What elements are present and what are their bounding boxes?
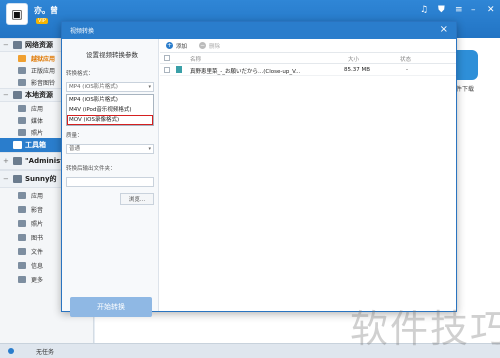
shirt-icon[interactable]: ⛊	[438, 5, 445, 15]
plus-icon: +	[166, 42, 173, 49]
format-dropdown-list: MP4 (iOS影片格式) M4V (iPod音乐视频格式) MOV (iOS录…	[66, 94, 154, 126]
collapse-icon[interactable]: −	[3, 41, 10, 49]
format-label: 转换格式：	[66, 71, 94, 77]
add-button[interactable]: + 添加	[166, 42, 187, 50]
file-size: 85.37 MB	[344, 67, 371, 73]
dialog-title: 视频转换	[62, 22, 456, 39]
file-list-panel: + 添加 − 删除 名称 大小 状态 真野恵里菜_-_お願いだから...(Clo…	[160, 39, 456, 311]
sidebar-item-label: 影音	[31, 206, 44, 214]
close-icon[interactable]: ×	[440, 24, 448, 35]
sidebar-item-label: 越狱应用	[31, 55, 56, 63]
format-option-m4v[interactable]: M4V (iPod音乐视频格式)	[67, 105, 153, 115]
status-text: 无任务	[36, 349, 55, 356]
device-icon	[13, 175, 22, 183]
media-icon	[18, 78, 26, 86]
column-status: 状态	[400, 57, 412, 63]
sidebar-item-label: 应用	[31, 192, 44, 200]
vip-badge: VIP	[36, 18, 48, 24]
delete-label: 删除	[209, 43, 221, 50]
expand-icon[interactable]: +	[3, 157, 10, 165]
file-status: -	[406, 67, 408, 73]
sidebar-item-label: 更多	[31, 276, 44, 284]
format-select[interactable]: MP4 (iOS影片格式) ▾	[66, 82, 154, 92]
format-select-value: MP4 (iOS影片格式)	[69, 84, 118, 90]
delete-button[interactable]: − 删除	[199, 42, 220, 50]
menu-icon[interactable]: ≡	[455, 5, 463, 15]
chevron-down-icon: ▾	[148, 146, 151, 152]
download-app-label: 件下载	[456, 86, 475, 93]
app-icon	[18, 66, 26, 74]
sidebar-item-label: 影音图铃	[31, 79, 56, 87]
select-all-checkbox[interactable]	[164, 55, 170, 61]
settings-panel: 设置视频转换参数 转换格式： MP4 (iOS影片格式) ▾ MP4 (iOS影…	[62, 39, 159, 317]
file-toolbar: + 添加 − 删除	[160, 39, 456, 53]
sidebar-item-label: 文件	[31, 248, 44, 256]
quality-label: 质量：	[66, 133, 83, 139]
quality-select-value: 普通	[69, 146, 81, 152]
video-file-icon	[176, 66, 182, 73]
add-label: 添加	[176, 43, 188, 50]
section-label: Sunny的	[25, 175, 57, 183]
section-label: 网络资源	[25, 41, 53, 49]
sidebar-item-label: 正版应用	[31, 67, 56, 75]
media-icon	[18, 116, 26, 124]
minimize-icon[interactable]: –	[471, 5, 476, 15]
file-table-header: 名称 大小 状态	[160, 53, 456, 64]
app-icon	[18, 54, 26, 62]
username[interactable]: 亦。曾	[34, 5, 58, 16]
sidebar-item-label: 图书	[31, 234, 44, 242]
message-icon	[18, 261, 26, 269]
device-icon	[13, 157, 22, 165]
collapse-icon[interactable]: −	[3, 175, 10, 183]
format-option-mov[interactable]: MOV (iOS录像格式)	[67, 115, 153, 125]
task-icon[interactable]	[8, 348, 14, 354]
photo-icon	[18, 219, 26, 227]
app-icon	[18, 191, 26, 199]
column-name: 名称	[190, 57, 202, 63]
more-icon	[18, 275, 26, 283]
video-convert-dialog: 视频转换 × 设置视频转换参数 转换格式： MP4 (iOS影片格式) ▾ MP…	[61, 21, 457, 317]
computer-icon	[13, 91, 22, 99]
column-size: 大小	[348, 57, 360, 63]
close-icon[interactable]: ✕	[487, 5, 495, 15]
media-icon	[18, 205, 26, 213]
sidebar-item-label: 媒体	[31, 117, 44, 125]
start-convert-button[interactable]: 开始转换	[70, 297, 152, 317]
sidebar-item-label: 照片	[31, 220, 44, 228]
output-folder-label: 转换后输出文件夹：	[66, 166, 116, 172]
music-icon[interactable]: ♫	[420, 5, 428, 15]
format-option-mp4[interactable]: MP4 (iOS影片格式)	[67, 95, 153, 105]
sidebar-item-label: 应用	[31, 105, 44, 113]
watermark: 软件技巧	[350, 307, 500, 351]
section-label: "Administ	[25, 157, 64, 165]
photo-icon	[18, 128, 26, 136]
sidebar-item-label: 工具箱	[25, 141, 46, 149]
output-folder-input[interactable]	[66, 177, 154, 187]
settings-title: 设置视频转换参数	[86, 51, 138, 59]
sidebar-item-label: 信息	[31, 262, 44, 270]
avatar[interactable]: ▣	[6, 3, 28, 25]
folder-icon	[18, 247, 26, 255]
file-name: 真野恵里菜_-_お願いだから...(Close-up_V...	[190, 69, 301, 75]
section-label: 本地资源	[25, 91, 53, 99]
quality-select[interactable]: 普通 ▾	[66, 144, 154, 154]
toolbox-icon	[13, 141, 22, 149]
table-row[interactable]: 真野恵里菜_-_お願いだから...(Close-up_V... 85.37 MB…	[160, 64, 456, 76]
row-checkbox[interactable]	[164, 67, 170, 73]
globe-icon	[13, 41, 22, 49]
minus-icon: −	[199, 42, 207, 49]
app-icon	[18, 104, 26, 112]
sidebar-item-label: 照片	[31, 129, 44, 137]
browse-button[interactable]: 浏览...	[120, 193, 154, 205]
chevron-down-icon: ▾	[148, 84, 151, 90]
book-icon	[18, 233, 26, 241]
collapse-icon[interactable]: −	[3, 91, 10, 99]
